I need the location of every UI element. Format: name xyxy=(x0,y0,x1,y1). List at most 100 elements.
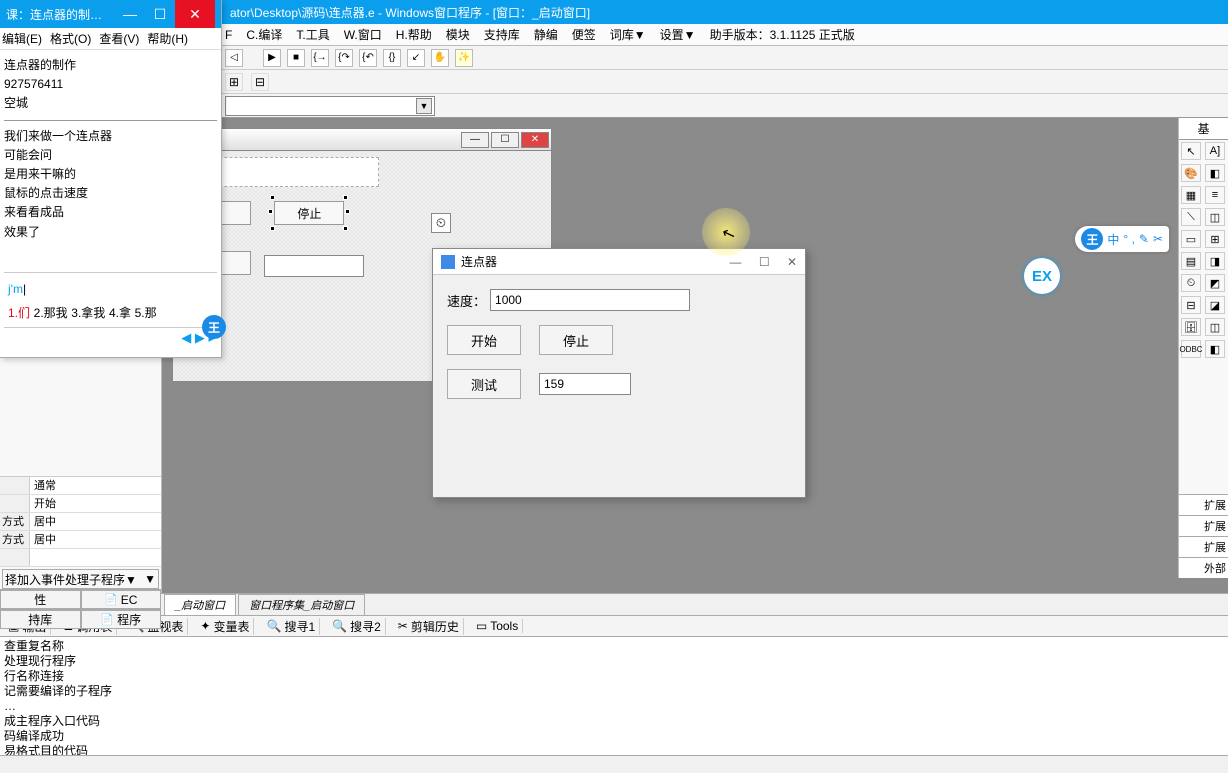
menu-dict[interactable]: 词库▼ xyxy=(610,26,646,43)
toolbox-bottom-tab[interactable]: 外部 xyxy=(1179,557,1228,578)
combo-box[interactable]: ▼ xyxy=(225,96,435,116)
output-body[interactable]: 查重复名称 处理现行程序 行名称连接 记需要编译的子程序 … 成主程序入口代码 … xyxy=(0,637,1228,755)
menu-module[interactable]: 模块 xyxy=(446,26,470,43)
menu-support[interactable]: 支持库 xyxy=(484,26,520,43)
props-grid: 通常 开始 方式居中 方式居中 xyxy=(0,476,161,567)
ime-badge-icon[interactable]: 王 xyxy=(202,315,226,339)
tool-icon[interactable]: ◫ xyxy=(1205,208,1225,226)
tool-icon[interactable]: ◩ xyxy=(1205,274,1225,292)
ime-candidate-2[interactable]: 2.那我 xyxy=(34,306,68,320)
min-icon[interactable]: — xyxy=(461,132,489,148)
doc-tab-2[interactable]: 窗口程序集_启动窗口 xyxy=(238,594,365,615)
app-icon xyxy=(441,255,455,269)
event-combo[interactable]: 择加入事件处理子程序▼▼ xyxy=(2,569,159,589)
start-button[interactable]: 开始 xyxy=(447,325,521,355)
menu-settings[interactable]: 设置▼ xyxy=(660,26,696,43)
timer-icon[interactable]: ⏲ xyxy=(431,213,451,233)
toolbox-bottom-tab[interactable]: 扩展 xyxy=(1179,494,1228,515)
doc-tab-1[interactable]: _启动窗口 xyxy=(164,594,236,615)
menu-item[interactable]: F xyxy=(225,28,232,42)
rt-max-icon[interactable]: ☐ xyxy=(759,255,770,269)
max-icon[interactable]: ☐ xyxy=(491,132,519,148)
menu-window[interactable]: W.窗口 xyxy=(344,26,382,43)
toolbox-tab[interactable]: 基 xyxy=(1179,118,1228,140)
align-icon[interactable]: ⊞ xyxy=(225,73,243,91)
form-icon[interactable]: ▭ xyxy=(1181,230,1201,248)
design-titlebar[interactable]: — ☐ ✕ xyxy=(173,129,551,151)
rt-close-icon[interactable]: ✕ xyxy=(787,255,797,269)
tree-icon[interactable]: ⊟ xyxy=(1181,296,1201,314)
menu-tools[interactable]: T.工具 xyxy=(296,26,329,43)
cal-icon[interactable]: ▤ xyxy=(1181,252,1201,270)
close-icon[interactable]: ✕ xyxy=(521,132,549,148)
pointer-icon[interactable]: ↖ xyxy=(1181,142,1201,160)
go-back-icon[interactable]: ◁ xyxy=(225,49,243,67)
notes-body[interactable]: 连点器的制作 927576411 空城 我们来做一个连点器 可能会问 是用来干嘛… xyxy=(0,50,221,334)
align2-icon[interactable]: ⊟ xyxy=(251,73,269,91)
ime-candidate-5[interactable]: 5.那 xyxy=(135,306,157,320)
step-out-icon[interactable]: {↶ xyxy=(359,49,377,67)
panel-btn-1[interactable]: 性 xyxy=(0,590,81,609)
tool-icon[interactable]: ◧ xyxy=(1205,340,1225,358)
stop-icon[interactable]: ■ xyxy=(287,49,305,67)
tool-icon[interactable]: ◪ xyxy=(1205,296,1225,314)
odbc-icon[interactable]: ODBC xyxy=(1181,340,1201,358)
toolbox-bottom-tab[interactable]: 扩展 xyxy=(1179,536,1228,557)
hand-icon[interactable]: ✋ xyxy=(431,49,449,67)
tool-icon[interactable]: ◧ xyxy=(1205,164,1225,182)
tool-icon[interactable]: ⊞ xyxy=(1205,230,1225,248)
grid-icon[interactable]: ▦ xyxy=(1181,186,1201,204)
ime-candidate-1[interactable]: 1.们 xyxy=(8,306,30,320)
timer-icon[interactable]: ⏲ xyxy=(1181,274,1201,292)
step-over-icon[interactable]: {↷ xyxy=(335,49,353,67)
speed-input[interactable] xyxy=(490,289,690,311)
otab-tools[interactable]: ▭ Tools xyxy=(472,619,523,633)
otab-s1[interactable]: 🔍 搜寻1 xyxy=(262,618,320,635)
ime-logo-icon[interactable]: 王 xyxy=(1081,228,1103,250)
menu-edit[interactable]: 编辑(E) xyxy=(2,30,42,47)
minimize-button[interactable]: — xyxy=(115,0,145,28)
ime-candidate-4[interactable]: 4.拿 xyxy=(109,306,131,320)
otab-s2[interactable]: 🔍 搜寻2 xyxy=(328,618,386,635)
close-button[interactable]: ✕ xyxy=(175,0,215,28)
panel-btn-4[interactable]: 📄 程序 xyxy=(81,610,162,629)
side-ime-bar[interactable]: 王 中 ° , ✎ ✂ xyxy=(1075,226,1169,252)
notes-title-bar[interactable]: 课：连点器的制… — ☐ ✕ xyxy=(0,0,221,28)
panel-btn-3[interactable]: 持库 xyxy=(0,610,81,629)
step-icon[interactable]: {} xyxy=(383,49,401,67)
toolbox-bottom-tab[interactable]: 扩展 xyxy=(1179,515,1228,536)
test-button[interactable]: 测试 xyxy=(447,369,521,399)
menu-static[interactable]: 静编 xyxy=(534,26,558,43)
tool-icon[interactable]: ◫ xyxy=(1205,318,1225,336)
stop-button[interactable]: 停止 xyxy=(539,325,613,355)
rt-min-icon[interactable]: — xyxy=(729,255,741,269)
menu-format[interactable]: 格式(O) xyxy=(50,30,91,47)
tool-icon[interactable]: ≡ xyxy=(1205,186,1225,204)
label-icon[interactable]: A] xyxy=(1205,142,1225,160)
menu-note[interactable]: 便签 xyxy=(572,26,596,43)
maximize-button[interactable]: ☐ xyxy=(145,0,175,28)
design-stop-button[interactable]: 停止 xyxy=(274,201,344,225)
design-canvas[interactable]: — ☐ ✕ 始 停止 试 xyxy=(162,118,1228,593)
ex-badge[interactable]: EX xyxy=(1024,258,1060,294)
otab-clip[interactable]: ✂ 剪辑历史 xyxy=(394,618,464,635)
design-result-field[interactable] xyxy=(264,255,364,277)
chevron-down-icon[interactable]: ▼ xyxy=(416,98,432,114)
db-icon[interactable]: 🗄 xyxy=(1181,318,1201,336)
runtime-titlebar[interactable]: 连点器 — ☐ ✕ xyxy=(433,249,805,275)
menu-view[interactable]: 查看(V) xyxy=(99,30,139,47)
otab-vars[interactable]: ✦ 变量表 xyxy=(196,618,254,635)
result-input[interactable] xyxy=(539,373,631,395)
run-icon[interactable]: ▶ xyxy=(263,49,281,67)
ime-candidate-3[interactable]: 3.拿我 xyxy=(71,306,105,320)
menu-compile[interactable]: C.编译 xyxy=(246,26,282,43)
panel-btn-ec[interactable]: 📄 EC xyxy=(81,590,162,609)
hline-icon[interactable]: ⟍ xyxy=(1181,208,1201,226)
cursor-icon[interactable]: ↙ xyxy=(407,49,425,67)
step-into-icon[interactable]: {→ xyxy=(311,49,329,67)
tool-icon[interactable]: ◨ xyxy=(1205,252,1225,270)
magic-icon[interactable]: ✨ xyxy=(455,49,473,67)
palette-icon[interactable]: 🎨 xyxy=(1181,164,1201,182)
menu-help[interactable]: 帮助(H) xyxy=(147,30,188,47)
menu-help[interactable]: H.帮助 xyxy=(396,26,432,43)
